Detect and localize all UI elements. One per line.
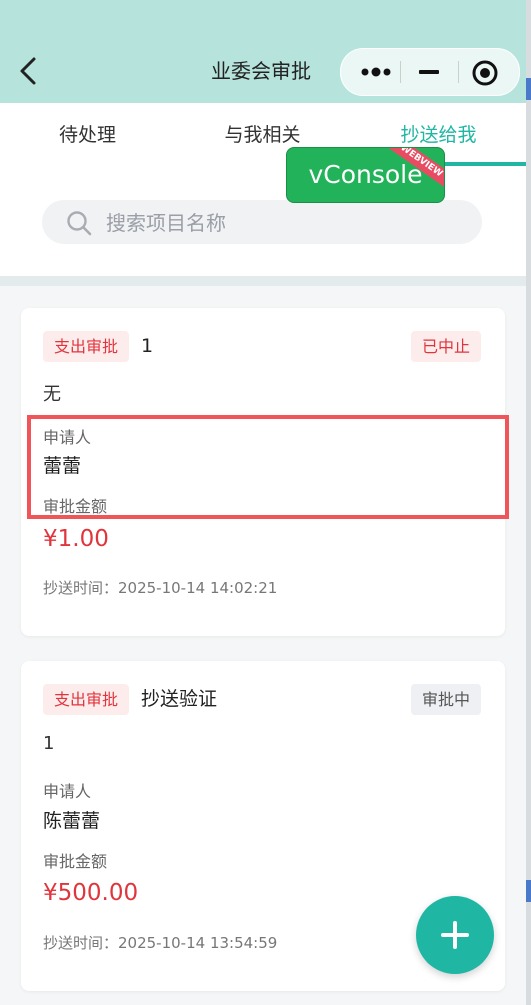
minimize-button[interactable] [417, 62, 441, 82]
cc-time: 抄送时间：2025-10-14 13:54:59 [43, 934, 278, 952]
applicant-label: 申请人 [43, 782, 92, 801]
vconsole-button[interactable]: vConsole WEBVIEW [286, 147, 445, 203]
approval-amount: ¥1.00 [43, 526, 109, 552]
cc-time: 抄送时间：2025-10-14 14:02:21 [43, 579, 278, 597]
section-divider [0, 276, 526, 286]
approval-amount: ¥500.00 [43, 880, 139, 906]
status-badge: 已中止 [410, 331, 481, 362]
tab-pending[interactable]: 待处理 [0, 103, 175, 167]
chevron-left-icon [20, 57, 36, 85]
miniprogram-capsule [340, 48, 520, 96]
back-button[interactable] [16, 55, 44, 87]
card-title: 1 [141, 335, 154, 357]
applicant-name: 陈蕾蕾 [43, 810, 101, 832]
edge-mark [526, 78, 531, 100]
search-icon [67, 211, 92, 236]
card-description: 1 [43, 733, 55, 754]
page-title: 业委会审批 [211, 59, 311, 83]
minus-icon [419, 70, 439, 74]
add-button[interactable] [416, 896, 494, 974]
search-area [0, 167, 526, 276]
target-circle-icon [472, 60, 498, 86]
tab-bar: 待处理 与我相关 抄送给我 [0, 103, 526, 168]
amount-label: 审批金额 [43, 852, 108, 871]
phone-screen: 业委会审批 待处理 与我相关 抄送给我 搜索项目名称 支出审批 1 已中止 无 … [0, 0, 526, 1005]
search-input[interactable] [104, 200, 468, 246]
navigation-bar: 业委会审批 [0, 0, 526, 103]
capsule-divider [400, 61, 401, 83]
approval-type-tag: 支出审批 [43, 684, 130, 715]
highlight-annotation-box [27, 415, 509, 519]
capsule-divider [458, 61, 459, 83]
close-button[interactable] [471, 59, 499, 87]
edge-mark [526, 880, 531, 902]
background-window-edge [526, 0, 531, 1005]
more-dots-icon [361, 67, 391, 77]
search-bar[interactable] [42, 200, 482, 246]
card-title: 抄送验证 [141, 688, 218, 710]
status-badge: 审批中 [410, 684, 481, 715]
card-description: 无 [43, 384, 61, 405]
more-button[interactable] [359, 62, 393, 82]
approval-type-tag: 支出审批 [43, 331, 130, 362]
plus-icon [441, 921, 469, 949]
